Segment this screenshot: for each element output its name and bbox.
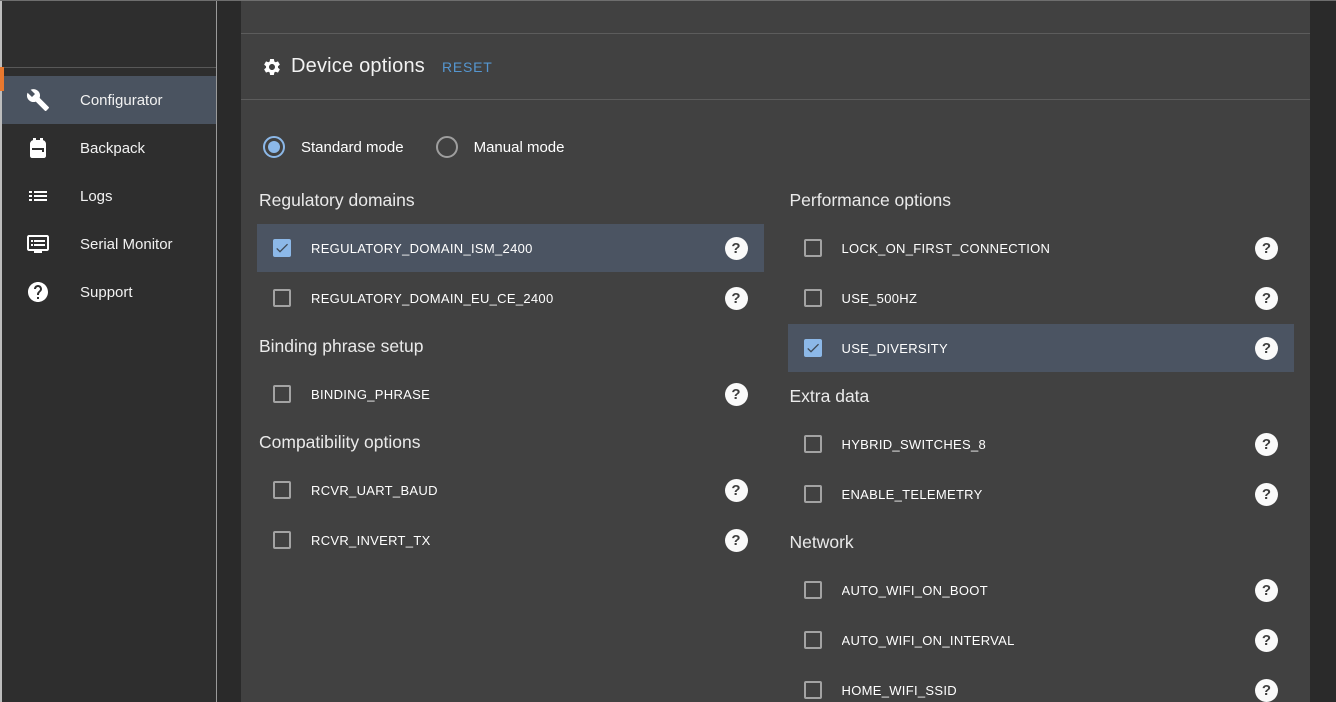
checkbox-checked-icon[interactable] [804,339,822,357]
option-row[interactable]: REGULATORY_DOMAIN_EU_CE_2400 ? [257,274,764,322]
list-icon [26,184,50,208]
sidebar-item-serial-monitor[interactable]: Serial Monitor [0,220,216,268]
page-title: Device options [291,55,425,78]
sidebar: Configurator Backpack Logs Serial Monito… [0,1,217,702]
option-row[interactable]: USE_DIVERSITY ? [788,324,1295,372]
reset-button[interactable]: RESET [442,59,493,75]
section-title: Extra data [790,384,1295,408]
checkbox-unchecked-icon[interactable] [804,581,822,599]
option-row[interactable]: BINDING_PHRASE ? [257,370,764,418]
checkbox-unchecked-icon[interactable] [273,481,291,499]
help-icon[interactable]: ? [725,287,748,310]
sidebar-item-label: Backpack [80,140,145,157]
sidebar-item-label: Serial Monitor [80,236,173,253]
option-row[interactable]: RCVR_INVERT_TX ? [257,516,764,564]
sidebar-item-logs[interactable]: Logs [0,172,216,220]
help-icon[interactable]: ? [725,237,748,260]
help-icon[interactable]: ? [725,529,748,552]
section-title: Regulatory domains [259,188,764,212]
checkbox-unchecked-icon[interactable] [273,385,291,403]
mode-selector: Standard mode Manual mode [263,132,1294,162]
checkbox-unchecked-icon[interactable] [273,289,291,307]
option-label: USE_500HZ [842,291,1256,306]
radio-label: Standard mode [301,139,404,156]
section-title: Performance options [790,188,1295,212]
checkbox-unchecked-icon[interactable] [273,531,291,549]
sidebar-item-configurator[interactable]: Configurator [0,76,216,124]
option-row[interactable]: RCVR_UART_BAUD ? [257,466,764,514]
radio-selected-icon[interactable] [263,136,285,158]
options-column-left: Regulatory domains REGULATORY_DOMAIN_ISM… [257,176,764,702]
help-icon[interactable]: ? [725,479,748,502]
option-label: REGULATORY_DOMAIN_EU_CE_2400 [311,291,725,306]
option-label: RCVR_INVERT_TX [311,533,725,548]
option-row[interactable]: AUTO_WIFI_ON_BOOT ? [788,566,1295,614]
options-columns: Regulatory domains REGULATORY_DOMAIN_ISM… [257,176,1294,702]
window-border [0,1,2,702]
option-label: LOCK_ON_FIRST_CONNECTION [842,241,1256,256]
option-label: REGULATORY_DOMAIN_ISM_2400 [311,241,725,256]
checkbox-unchecked-icon[interactable] [804,239,822,257]
option-label: HYBRID_SWITCHES_8 [842,437,1256,452]
help-circle-icon [26,280,50,304]
option-label: BINDING_PHRASE [311,387,725,402]
help-icon[interactable]: ? [1255,629,1278,652]
card-header: Device options RESET [241,34,1310,100]
radio-unselected-icon[interactable] [436,136,458,158]
main-area: Device options RESET Standard mode Manua… [217,1,1336,702]
help-icon[interactable]: ? [1255,237,1278,260]
option-row[interactable]: HYBRID_SWITCHES_8 ? [788,420,1295,468]
gear-icon [262,57,282,77]
checkbox-unchecked-icon[interactable] [804,631,822,649]
help-icon[interactable]: ? [1255,679,1278,702]
sidebar-item-support[interactable]: Support [0,268,216,316]
device-options-card: Device options RESET Standard mode Manua… [241,1,1310,702]
logo-area [0,1,216,68]
checkbox-unchecked-icon[interactable] [804,681,822,699]
option-row[interactable]: AUTO_WIFI_ON_INTERVAL ? [788,616,1295,664]
manual-mode-radio[interactable]: Manual mode [436,136,565,158]
sidebar-nav: Configurator Backpack Logs Serial Monito… [0,68,216,316]
card-content: Standard mode Manual mode Regulatory dom… [241,100,1310,702]
radio-label: Manual mode [474,139,565,156]
app-window: Configurator Backpack Logs Serial Monito… [0,0,1336,702]
checkbox-unchecked-icon[interactable] [804,289,822,307]
sidebar-item-label: Logs [80,188,113,205]
standard-mode-radio[interactable]: Standard mode [263,136,404,158]
accent-mark [0,67,4,91]
wrench-icon [26,88,50,112]
option-row[interactable]: USE_500HZ ? [788,274,1295,322]
help-icon[interactable]: ? [1255,579,1278,602]
options-column-right: Performance options LOCK_ON_FIRST_CONNEC… [788,176,1295,702]
section-title: Binding phrase setup [259,334,764,358]
option-label: AUTO_WIFI_ON_BOOT [842,583,1256,598]
option-label: HOME_WIFI_SSID [842,683,1256,698]
help-icon[interactable]: ? [1255,287,1278,310]
option-label: ENABLE_TELEMETRY [842,487,1256,502]
sidebar-item-label: Configurator [80,92,163,109]
card-top-strip [241,1,1310,34]
sidebar-item-backpack[interactable]: Backpack [0,124,216,172]
option-row[interactable]: HOME_WIFI_SSID ? [788,666,1295,702]
option-row[interactable]: ENABLE_TELEMETRY ? [788,470,1295,518]
sidebar-item-label: Support [80,284,133,301]
section-title: Network [790,530,1295,554]
checkbox-unchecked-icon[interactable] [804,485,822,503]
help-icon[interactable]: ? [1255,483,1278,506]
option-label: RCVR_UART_BAUD [311,483,725,498]
option-label: AUTO_WIFI_ON_INTERVAL [842,633,1256,648]
checkbox-checked-icon[interactable] [273,239,291,257]
checkbox-unchecked-icon[interactable] [804,435,822,453]
section-title: Compatibility options [259,430,764,454]
help-icon[interactable]: ? [725,383,748,406]
help-icon[interactable]: ? [1255,337,1278,360]
help-icon[interactable]: ? [1255,433,1278,456]
serial-monitor-icon [26,232,50,256]
option-row[interactable]: LOCK_ON_FIRST_CONNECTION ? [788,224,1295,272]
backpack-icon [26,136,50,160]
option-row[interactable]: REGULATORY_DOMAIN_ISM_2400 ? [257,224,764,272]
option-label: USE_DIVERSITY [842,341,1256,356]
